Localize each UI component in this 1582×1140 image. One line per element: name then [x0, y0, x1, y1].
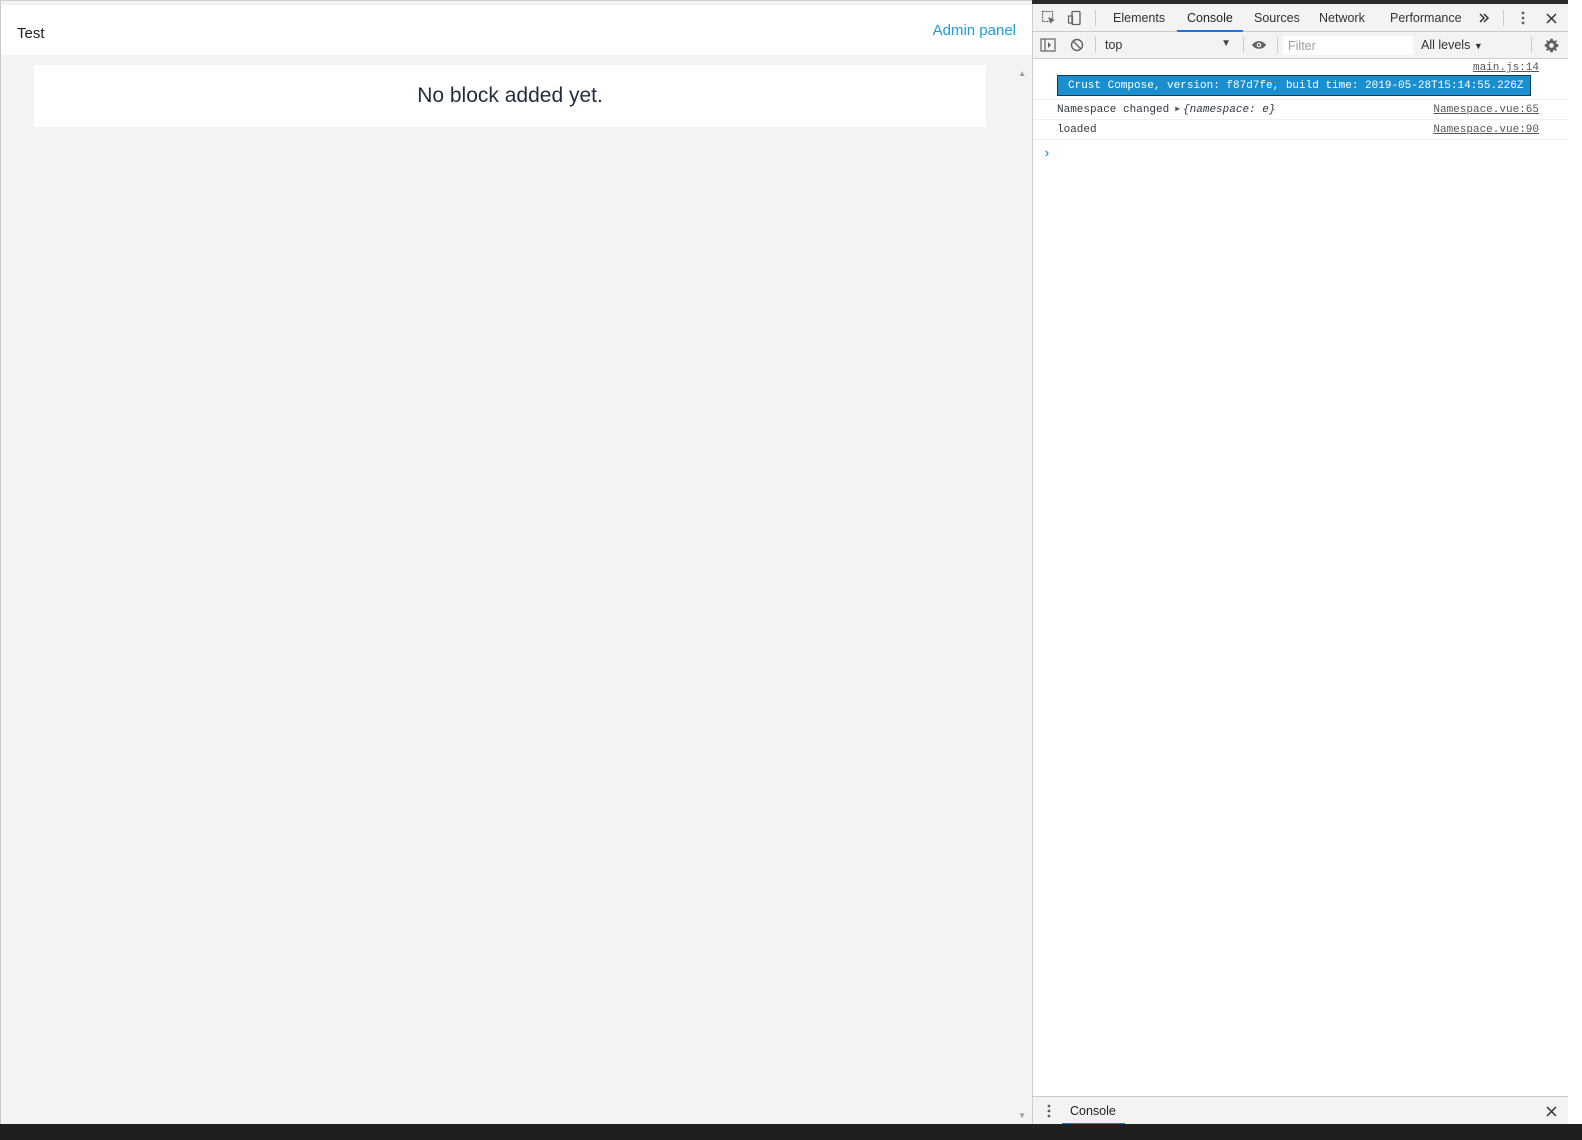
devtools-panel: Elements Console Sources Network Perform…: [1032, 4, 1568, 1125]
kebab-menu-icon[interactable]: [1513, 8, 1533, 28]
expand-triangle-icon[interactable]: ▶: [1175, 104, 1180, 114]
console-output: main.js:14 Crust Compose, version: f87d7…: [1033, 60, 1568, 1095]
console-toolbar: top ▼ All levels ▼: [1033, 32, 1568, 59]
version-banner: Crust Compose, version: f87d7fe, build t…: [1057, 75, 1531, 96]
eye-icon[interactable]: [1249, 35, 1269, 55]
source-link[interactable]: Namespace.vue:90: [1433, 124, 1539, 136]
tab-console[interactable]: Console: [1177, 4, 1243, 32]
tabbar-separator: [1503, 10, 1504, 26]
caret-down-icon: ▼: [1221, 38, 1231, 49]
toolbar-separator: [1531, 37, 1532, 53]
devtools-drawer: Console: [1033, 1096, 1568, 1125]
filter-input[interactable]: [1283, 36, 1413, 55]
tab-performance[interactable]: Performance: [1380, 4, 1472, 32]
console-message: main.js:14 Crust Compose, version: f87d7…: [1033, 60, 1568, 100]
tabbar-separator: [1095, 10, 1096, 26]
app-page: Test Admin panel No block added yet. ▲ ▼: [0, 0, 1032, 1124]
admin-panel-link[interactable]: Admin panel: [933, 22, 1016, 39]
app-header: Test Admin panel: [1, 5, 1032, 55]
toolbar-separator: [1277, 37, 1278, 53]
app-title: Test: [17, 25, 45, 42]
console-message: loaded Namespace.vue:90: [1033, 120, 1568, 140]
console-prompt[interactable]: ›: [1043, 146, 1051, 161]
clear-console-icon[interactable]: [1067, 35, 1087, 55]
object-preview[interactable]: {namespace: e}: [1183, 104, 1275, 116]
toolbar-separator: [1243, 37, 1244, 53]
drawer-tab-console[interactable]: Console: [1062, 1097, 1125, 1125]
toolbar-separator: [1095, 37, 1096, 53]
scroll-up-arrow-icon[interactable]: ▲: [1018, 69, 1026, 78]
devtools-tabbar: Elements Console Sources Network Perform…: [1033, 4, 1568, 32]
taskbar: [0, 1124, 1582, 1140]
caret-down-icon: ▼: [1473, 41, 1483, 51]
sidebar-toggle-icon[interactable]: [1038, 35, 1058, 55]
kebab-menu-icon[interactable]: [1039, 1101, 1059, 1121]
context-value: top: [1105, 38, 1123, 52]
log-levels-label: All levels: [1421, 38, 1471, 52]
gear-icon[interactable]: [1541, 35, 1561, 55]
log-levels-dropdown[interactable]: All levels ▼: [1421, 38, 1483, 52]
chevron-double-right-icon[interactable]: [1474, 8, 1494, 28]
source-link[interactable]: main.js:14: [1473, 62, 1539, 74]
empty-state-message: No block added yet.: [417, 84, 603, 107]
empty-state-card: No block added yet.: [34, 65, 986, 127]
console-message: Namespace changed ▶ {namespace: e} Namespa…: [1033, 100, 1568, 120]
message-text: loaded: [1057, 124, 1097, 136]
tab-sources[interactable]: Sources: [1244, 4, 1310, 32]
tab-network[interactable]: Network: [1309, 4, 1375, 32]
message-text: Namespace changed: [1057, 104, 1170, 116]
scroll-down-arrow-icon[interactable]: ▼: [1018, 1111, 1026, 1120]
tab-elements[interactable]: Elements: [1103, 4, 1175, 32]
close-icon[interactable]: [1541, 8, 1561, 28]
source-link[interactable]: Namespace.vue:65: [1433, 104, 1539, 116]
close-icon[interactable]: [1541, 1101, 1561, 1121]
inspect-element-icon[interactable]: [1039, 8, 1059, 28]
device-toolbar-icon[interactable]: [1065, 8, 1085, 28]
context-selector[interactable]: top ▼: [1103, 35, 1235, 55]
window-edge: [1568, 0, 1582, 1124]
message-text-row: Namespace changed ▶ {namespace: e}: [1057, 104, 1275, 116]
